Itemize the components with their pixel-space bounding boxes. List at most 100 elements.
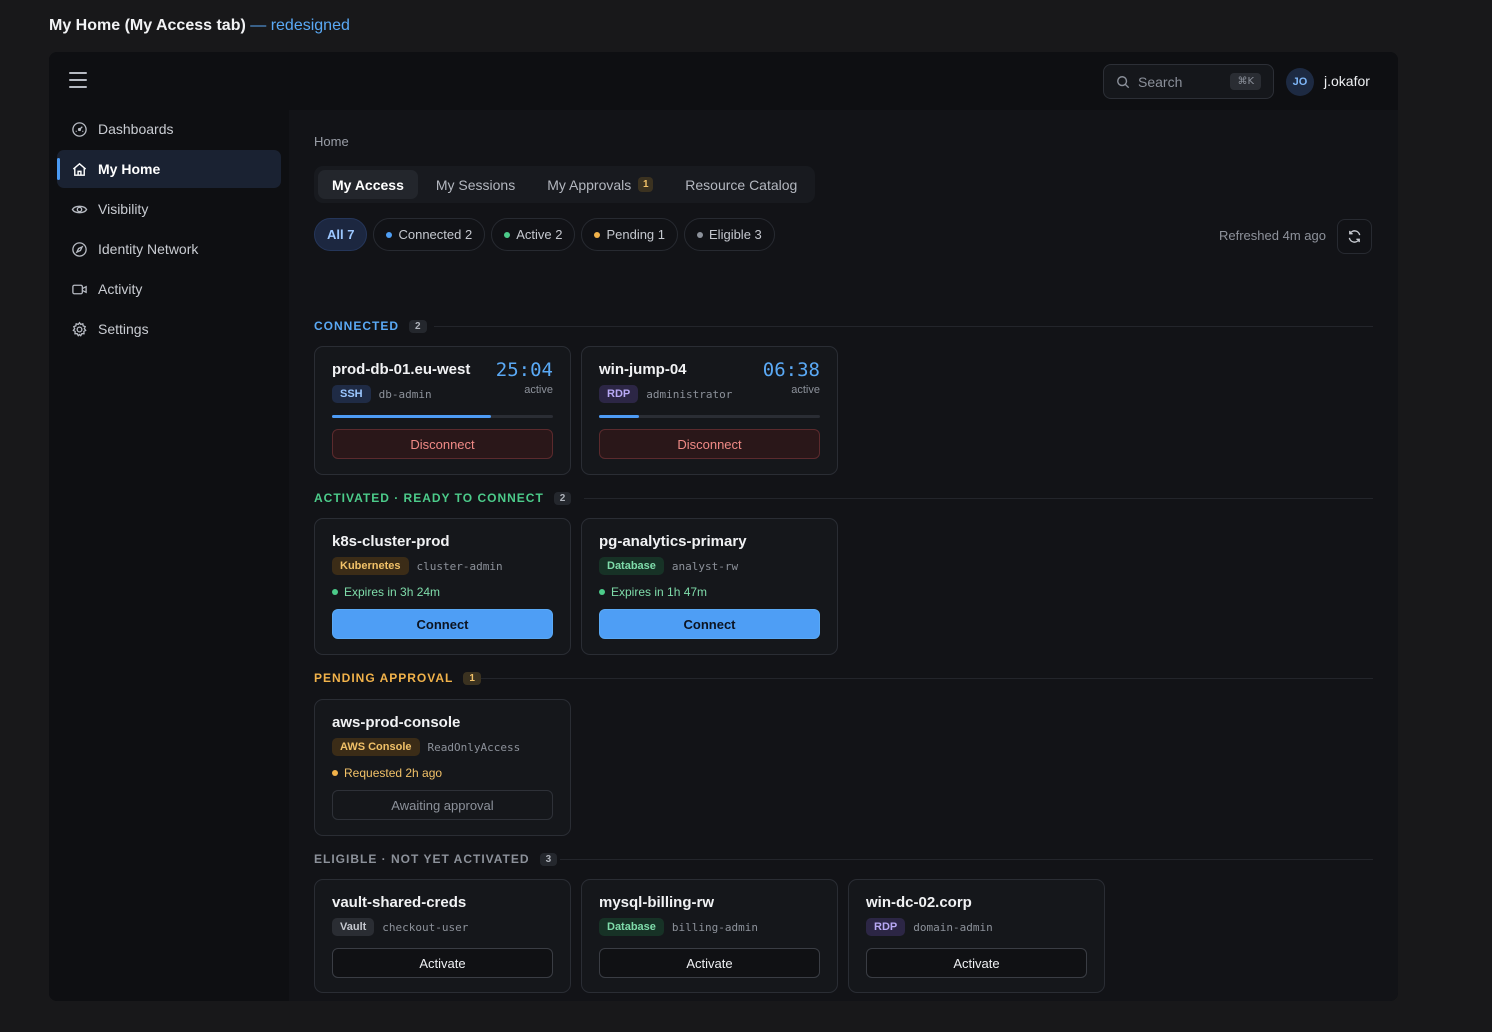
role-label: cluster-admin xyxy=(416,559,503,573)
access-card-win-jump-04[interactable]: win-jump-04 RDP administrator 06:38 acti… xyxy=(581,346,838,475)
status-text: Expires in 1h 47m xyxy=(611,585,708,599)
section-count: 1 xyxy=(463,671,481,685)
refreshed-timestamp: Refreshed 4m ago xyxy=(1219,228,1326,243)
disconnect-button[interactable]: Disconnect xyxy=(332,429,553,459)
access-card-pg-analytics-primary[interactable]: pg-analytics-primary Database analyst-rw… xyxy=(581,518,838,655)
refresh-button[interactable] xyxy=(1337,219,1372,254)
section-title: ELIGIBLE · NOT YET ACTIVATED xyxy=(314,852,530,866)
card-title: k8s-cluster-prod xyxy=(332,533,450,550)
chip-label: Eligible 3 xyxy=(709,227,762,242)
session-progress-bar xyxy=(332,415,553,418)
sidebar-item-visibility[interactable]: Visibility xyxy=(57,190,281,228)
filter-chip-all[interactable]: All 7 xyxy=(314,218,368,251)
section-divider xyxy=(560,859,1373,860)
sidebar-item-identity-network[interactable]: Identity Network xyxy=(57,230,281,268)
filter-chip-pending[interactable]: Pending 1 xyxy=(581,218,679,251)
tab-label: My Sessions xyxy=(435,176,516,193)
card-title: vault-shared-creds xyxy=(332,894,467,911)
tab-bar: My Access My Sessions My Approvals 1 Reso… xyxy=(314,166,816,203)
breadcrumb[interactable]: Home xyxy=(314,134,349,149)
sidebar-item-label: Identity Network xyxy=(98,241,199,257)
tab-resource-catalog[interactable]: Resource Catalog xyxy=(671,170,811,199)
page-heading-title: My Home (My Access tab) xyxy=(49,17,246,34)
username[interactable]: j.okafor xyxy=(1324,73,1370,89)
role-label: analyst-rw xyxy=(671,559,739,573)
search-box[interactable]: Search ⌘K xyxy=(1103,64,1274,99)
access-card-mysql-billing-rw[interactable]: mysql-billing-rw Database billing-admin … xyxy=(581,879,838,993)
access-card-k8s-cluster-prod[interactable]: k8s-cluster-prod Kubernetes cluster-admi… xyxy=(314,518,571,655)
connect-button[interactable]: Connect xyxy=(332,609,553,639)
tab-my-access[interactable]: My Access xyxy=(318,170,418,199)
activate-button[interactable]: Activate xyxy=(866,948,1087,978)
filter-chip-active[interactable]: Active 2 xyxy=(491,218,576,251)
chip-label: Connected 2 xyxy=(398,227,473,242)
session-status: active xyxy=(524,384,553,396)
active-dot-icon xyxy=(504,231,511,238)
search-input[interactable]: Search xyxy=(1138,74,1230,90)
connect-button[interactable]: Connect xyxy=(599,609,820,639)
sidebar-item-dashboards[interactable]: Dashboards xyxy=(57,110,281,148)
tab-label: My Access xyxy=(332,176,404,193)
section-divider xyxy=(434,326,1373,327)
tab-label: My Approvals xyxy=(547,176,632,193)
main-content: Home My Access My Sessions My Approvals 1… xyxy=(289,110,1398,1001)
section-header-connected: CONNECTED 2 xyxy=(314,317,427,335)
card-title: mysql-billing-rw xyxy=(599,894,715,911)
sidebar-item-settings[interactable]: Settings xyxy=(57,310,281,348)
access-card-prod-db-01[interactable]: prod-db-01.eu-west SSH db-admin 25:04 ac… xyxy=(314,346,571,475)
active-dot-icon xyxy=(599,589,605,595)
refresh-icon xyxy=(1348,230,1361,243)
section-count: 3 xyxy=(539,852,558,866)
role-label: billing-admin xyxy=(671,920,759,934)
search-icon xyxy=(1117,75,1130,88)
gear-icon xyxy=(72,321,87,337)
resource-type-tag: AWS Console xyxy=(332,738,420,756)
expiry-status: Expires in 1h 47m xyxy=(599,585,707,599)
protocol-tag: RDP xyxy=(866,918,906,936)
tab-label: Resource Catalog xyxy=(685,176,798,193)
access-card-win-dc-02[interactable]: win-dc-02.corp RDP domain-admin Activate xyxy=(848,879,1105,993)
avatar[interactable]: JO xyxy=(1286,68,1314,96)
disconnect-button[interactable]: Disconnect xyxy=(599,429,820,459)
section-divider xyxy=(584,498,1373,499)
sidebar-item-label: Settings xyxy=(98,321,149,337)
awaiting-approval-button: Awaiting approval xyxy=(332,790,553,820)
chip-label: Active 2 xyxy=(516,227,563,242)
dashboard-gauge-icon xyxy=(72,121,87,137)
sidebar-item-label: My Home xyxy=(98,161,161,177)
sidebar-item-label: Activity xyxy=(98,281,143,297)
activity-video-icon xyxy=(72,284,87,294)
page-heading: My Home (My Access tab) — redesigned xyxy=(49,17,350,35)
active-dot-icon xyxy=(332,589,338,595)
section-title: ACTIVATED · READY TO CONNECT xyxy=(314,491,544,505)
session-progress-bar xyxy=(599,415,820,418)
page-heading-suffix: — redesigned xyxy=(250,17,350,34)
filter-chips: All 7 Connected 2 Active 2 Pending 1 Eli… xyxy=(314,218,775,251)
session-timer: 06:38 xyxy=(762,359,820,381)
sidebar-item-label: Visibility xyxy=(98,201,149,217)
session-status: active xyxy=(791,384,820,396)
menu-icon[interactable] xyxy=(69,72,87,88)
activate-button[interactable]: Activate xyxy=(599,948,820,978)
access-card-aws-prod-console[interactable]: aws-prod-console AWS Console ReadOnlyAcc… xyxy=(314,699,571,836)
activate-button[interactable]: Activate xyxy=(332,948,553,978)
tab-my-approvals[interactable]: My Approvals 1 xyxy=(533,170,667,199)
section-header-activated: ACTIVATED · READY TO CONNECT 2 xyxy=(314,489,572,507)
approvals-count-badge: 1 xyxy=(638,177,654,192)
section-header-pending: PENDING APPROVAL 1 xyxy=(314,669,481,687)
filter-chip-eligible[interactable]: Eligible 3 xyxy=(684,218,775,251)
tab-my-sessions[interactable]: My Sessions xyxy=(422,170,529,199)
session-timer: 25:04 xyxy=(495,359,553,381)
protocol-tag: RDP xyxy=(599,385,639,403)
status-text: Expires in 3h 24m xyxy=(344,585,441,599)
sidebar-item-my-home[interactable]: My Home xyxy=(57,150,281,188)
sidebar-item-label: Dashboards xyxy=(98,121,174,137)
card-title: win-jump-04 xyxy=(599,361,687,378)
filter-chip-connected[interactable]: Connected 2 xyxy=(373,218,486,251)
access-card-vault-shared-creds[interactable]: vault-shared-creds Vault checkout-user A… xyxy=(314,879,571,993)
resource-type-tag: Database xyxy=(599,557,664,575)
search-shortcut: ⌘K xyxy=(1230,73,1261,90)
connected-dot-icon xyxy=(386,231,393,238)
role-label: domain-admin xyxy=(913,920,993,934)
sidebar-item-activity[interactable]: Activity xyxy=(57,270,281,308)
